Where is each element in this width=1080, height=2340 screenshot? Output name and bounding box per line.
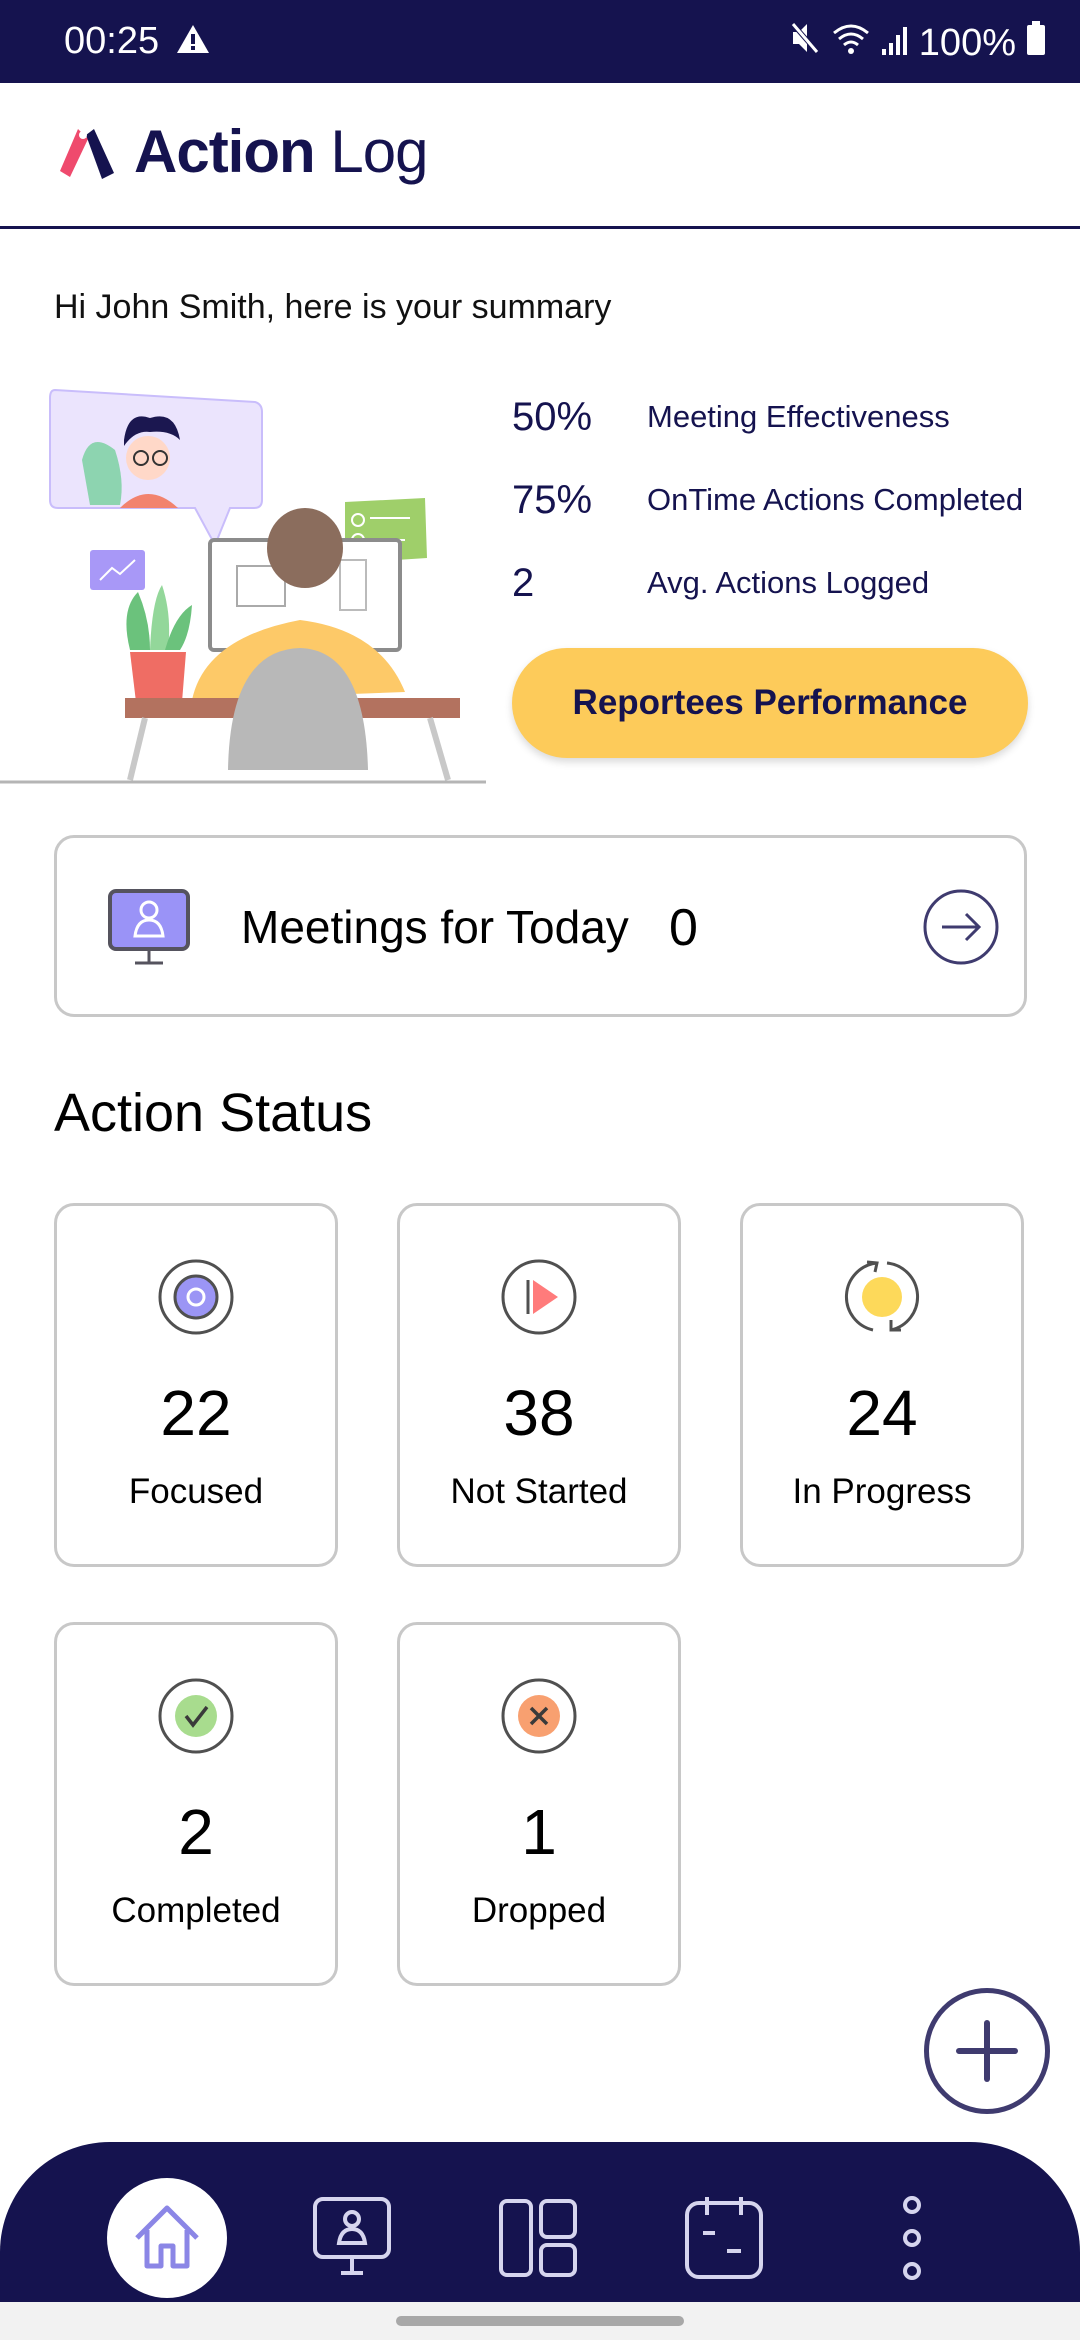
- mute-icon: [788, 20, 821, 66]
- refresh-icon: [843, 1258, 921, 1341]
- add-action-button[interactable]: [924, 1988, 1050, 2114]
- cross-icon: [500, 1677, 578, 1760]
- gesture-handle[interactable]: [396, 2316, 684, 2326]
- check-icon: [157, 1677, 235, 1760]
- app-title: Action Log: [134, 117, 428, 186]
- stat-label: Meeting Effectiveness: [647, 399, 950, 434]
- app-title-light: Log: [330, 118, 428, 185]
- status-label: Focused: [128, 1472, 264, 1511]
- nav-more[interactable]: [852, 2178, 972, 2298]
- app-header: Action Log: [0, 83, 1080, 229]
- more-vertical-icon: [903, 2196, 921, 2280]
- stat-value: 50%: [512, 394, 593, 439]
- nav-home[interactable]: [107, 2178, 227, 2298]
- summary-illustration: [0, 380, 490, 786]
- status-count: 22: [160, 1377, 232, 1449]
- play-icon: [500, 1258, 578, 1341]
- meetings-today-card[interactable]: Meetings for Today 0: [54, 835, 1027, 1017]
- meeting-icon: [313, 2197, 391, 2275]
- status-count: 1: [521, 1796, 557, 1868]
- status-label: Dropped: [471, 1891, 607, 1930]
- nav-meetings[interactable]: [292, 2178, 412, 2298]
- action-status-title: Action Status: [54, 1083, 373, 1143]
- battery-icon: [1026, 21, 1046, 65]
- status-label: Completed: [111, 1891, 281, 1930]
- status-card-not-started[interactable]: 38 Not Started: [397, 1203, 681, 1567]
- dashboard-icon: [499, 2199, 577, 2277]
- bottom-navigation: [0, 2142, 1080, 2302]
- stat-value: 2: [512, 560, 535, 605]
- plus-icon: [956, 2020, 1018, 2082]
- target-icon: [157, 1258, 235, 1341]
- stat-ontime-actions: 75% OnTime Actions Completed: [512, 475, 1023, 525]
- nav-calendar[interactable]: [664, 2178, 784, 2298]
- meeting-screen-icon: [107, 888, 191, 973]
- greeting-text: Hi John Smith, here is your summary: [54, 288, 612, 326]
- stat-label: Avg. Actions Logged: [647, 565, 930, 600]
- home-icon: [135, 2205, 199, 2269]
- signal-icon: [881, 22, 909, 65]
- stat-meeting-effectiveness: 50% Meeting Effectiveness: [512, 392, 950, 442]
- nav-dashboard[interactable]: [478, 2178, 598, 2298]
- status-label: In Progress: [792, 1472, 972, 1511]
- stat-avg-actions: 2 Avg. Actions Logged: [512, 558, 929, 608]
- status-time: 00:25: [64, 20, 160, 62]
- logo-icon: [56, 125, 118, 186]
- warning-icon: [176, 24, 210, 59]
- battery-text: 100%: [918, 21, 1016, 64]
- status-card-dropped[interactable]: 1 Dropped: [397, 1622, 681, 1986]
- system-gesture-area: [0, 2302, 1080, 2340]
- arrow-right-icon[interactable]: [922, 888, 1000, 971]
- meetings-count: 0: [669, 899, 698, 957]
- status-icons: 100%: [788, 20, 1046, 66]
- status-count: 38: [503, 1377, 575, 1449]
- status-count: 2: [178, 1796, 214, 1868]
- meetings-label: Meetings for Today: [241, 901, 629, 953]
- status-card-focused[interactable]: 22 Focused: [54, 1203, 338, 1567]
- status-card-completed[interactable]: 2 Completed: [54, 1622, 338, 1986]
- status-label: Not Started: [450, 1472, 628, 1511]
- status-count: 24: [846, 1377, 918, 1449]
- app-title-bold: Action: [134, 118, 316, 185]
- stat-value: 75%: [512, 477, 593, 522]
- stat-label: OnTime Actions Completed: [647, 482, 1024, 517]
- reportees-performance-button[interactable]: Reportees Performance: [512, 648, 1028, 758]
- calendar-icon: [685, 2197, 763, 2279]
- status-card-in-progress[interactable]: 24 In Progress: [740, 1203, 1024, 1567]
- status-bar: 00:25 100%: [0, 0, 1080, 83]
- wifi-icon: [831, 21, 871, 65]
